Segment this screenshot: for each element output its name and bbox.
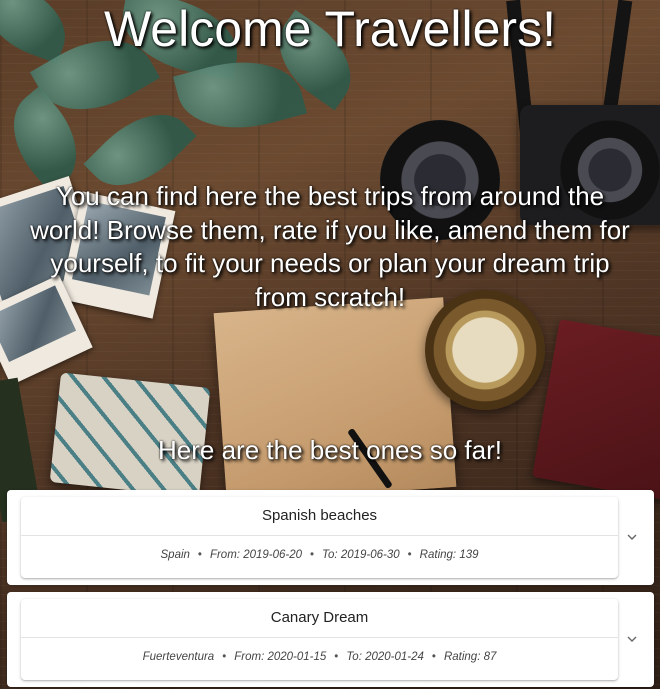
separator-dot: • xyxy=(407,549,412,561)
chevron-down-icon[interactable] xyxy=(627,634,637,644)
background-photo xyxy=(0,0,660,689)
trip-rating-label: Rating: xyxy=(419,549,457,561)
trip-rating: 87 xyxy=(483,651,497,663)
trip-to-date: 2020-01-24 xyxy=(365,651,424,663)
chevron-down-icon[interactable] xyxy=(627,532,637,542)
trip-to-label: To: xyxy=(346,651,362,663)
trip-card[interactable]: Spanish beaches Spain • From: 2019-06-20 • T… xyxy=(21,497,618,578)
page-title: Welcome Travellers! xyxy=(104,1,556,57)
trip-place: Fuerteventura xyxy=(142,651,215,663)
trip-rating: 139 xyxy=(459,549,479,561)
separator-dot: • xyxy=(334,651,339,663)
trip-to-date: 2019-06-30 xyxy=(340,549,400,561)
separator-dot: • xyxy=(197,549,202,561)
trip-from-date: 2019-06-20 xyxy=(243,549,303,561)
separator-dot: • xyxy=(431,651,436,663)
trip-place: Spain xyxy=(160,549,190,561)
trip-card[interactable]: Canary Dream Fuerteventura • From: 2020-01… xyxy=(21,599,618,680)
trip-name: Canary Dream xyxy=(21,599,618,638)
trip-panel[interactable]: Canary Dream Fuerteventura • From: 2020-01… xyxy=(7,592,654,687)
trip-from-label: From: xyxy=(209,549,240,561)
trip-from-label: From: xyxy=(234,651,265,663)
trip-from-date: 2020-01-15 xyxy=(267,651,327,663)
trip-rating-label: Rating: xyxy=(443,651,481,663)
section-subtitle: Here are the best ones so far! xyxy=(158,435,502,465)
trip-to-label: To: xyxy=(322,549,338,561)
trip-details: Fuerteventura • From: 2020-01-15 • To: 2020-… xyxy=(21,638,618,676)
separator-dot: • xyxy=(310,549,315,561)
trip-details: Spain • From: 2019-06-20 • To: 2019-06-30 • Ra… xyxy=(21,536,618,574)
intro-text: You can find here the best trips from ar… xyxy=(30,181,630,312)
trip-panel[interactable]: Spanish beaches Spain • From: 2019-06-20 • T… xyxy=(7,490,654,585)
separator-dot: • xyxy=(222,651,227,663)
trip-name: Spanish beaches xyxy=(21,497,618,536)
